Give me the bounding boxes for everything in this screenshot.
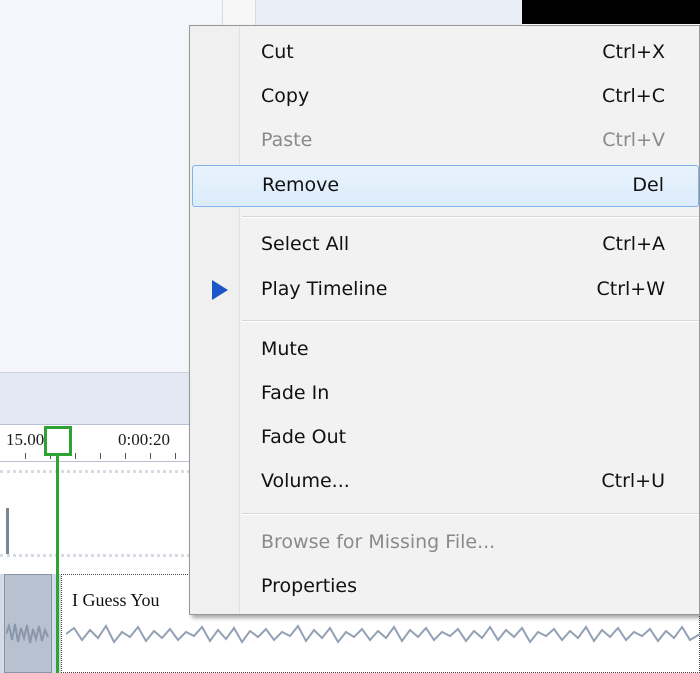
menu-separator <box>242 216 699 218</box>
menu-item-shortcut: Ctrl+X <box>602 41 665 63</box>
menu-item-label: Paste <box>261 129 313 151</box>
ruler-tick <box>150 453 151 459</box>
menu-item-label: Remove <box>262 174 340 196</box>
menu-item-browse-missing-file: Browse for Missing File... <box>192 523 699 565</box>
preview-monitor <box>522 0 700 24</box>
menu-item-paste: Paste Ctrl+V <box>192 121 699 163</box>
menu-item-shortcut: Ctrl+V <box>602 129 665 151</box>
menu-item-label: Play Timeline <box>261 278 388 300</box>
menu-item-volume[interactable]: Volume... Ctrl+U <box>192 462 699 504</box>
menu-item-fade-out[interactable]: Fade Out <box>192 418 699 460</box>
menu-item-shortcut: Del <box>632 174 664 196</box>
menu-item-label: Select All <box>261 233 350 255</box>
menu-item-shortcut: Ctrl+C <box>602 85 665 107</box>
ruler-tick <box>125 453 126 459</box>
playhead-handle[interactable] <box>44 426 72 456</box>
menu-item-shortcut: Ctrl+A <box>602 233 665 255</box>
menu-separator <box>242 320 699 322</box>
ruler-time-label: 15.00 <box>6 430 45 449</box>
menu-separator <box>242 513 699 515</box>
menu-item-copy[interactable]: Copy Ctrl+C <box>192 77 699 119</box>
menu-item-properties[interactable]: Properties <box>192 567 699 609</box>
menu-item-label: Browse for Missing File... <box>261 531 496 553</box>
context-menu: Cut Ctrl+X Copy Ctrl+C Paste Ctrl+V Remo… <box>189 25 700 615</box>
menu-item-fade-in[interactable]: Fade In <box>192 374 699 416</box>
ruler-tick <box>25 453 26 459</box>
ruler-tick <box>175 453 176 459</box>
menu-item-cut[interactable]: Cut Ctrl+X <box>192 33 699 75</box>
audio-clip-title: I Guess You <box>72 590 160 610</box>
menu-item-label: Properties <box>261 575 358 597</box>
menu-item-label: Copy <box>261 85 310 107</box>
menu-item-remove[interactable]: Remove Del <box>192 165 699 207</box>
playhead-line[interactable] <box>56 456 59 673</box>
waveform <box>6 622 49 644</box>
ruler-tick <box>75 453 76 459</box>
ruler-time-label: 0:00:20 <box>118 430 170 449</box>
menu-item-label: Cut <box>261 41 294 63</box>
menu-item-label: Fade In <box>261 382 330 404</box>
menu-item-select-all[interactable]: Select All Ctrl+A <box>192 225 699 267</box>
menu-item-shortcut: Ctrl+W <box>596 278 665 300</box>
menu-item-label: Volume... <box>261 470 350 492</box>
ruler-tick <box>100 453 101 459</box>
menu-item-label: Mute <box>261 338 309 360</box>
menu-item-shortcut: Ctrl+U <box>601 470 665 492</box>
menu-item-play-timeline[interactable]: Play Timeline Ctrl+W <box>192 270 699 312</box>
menu-item-mute[interactable]: Mute <box>192 330 699 372</box>
waveform <box>66 624 700 644</box>
track-marker <box>6 508 9 554</box>
play-icon <box>212 280 228 300</box>
menu-item-label: Fade Out <box>261 426 347 448</box>
